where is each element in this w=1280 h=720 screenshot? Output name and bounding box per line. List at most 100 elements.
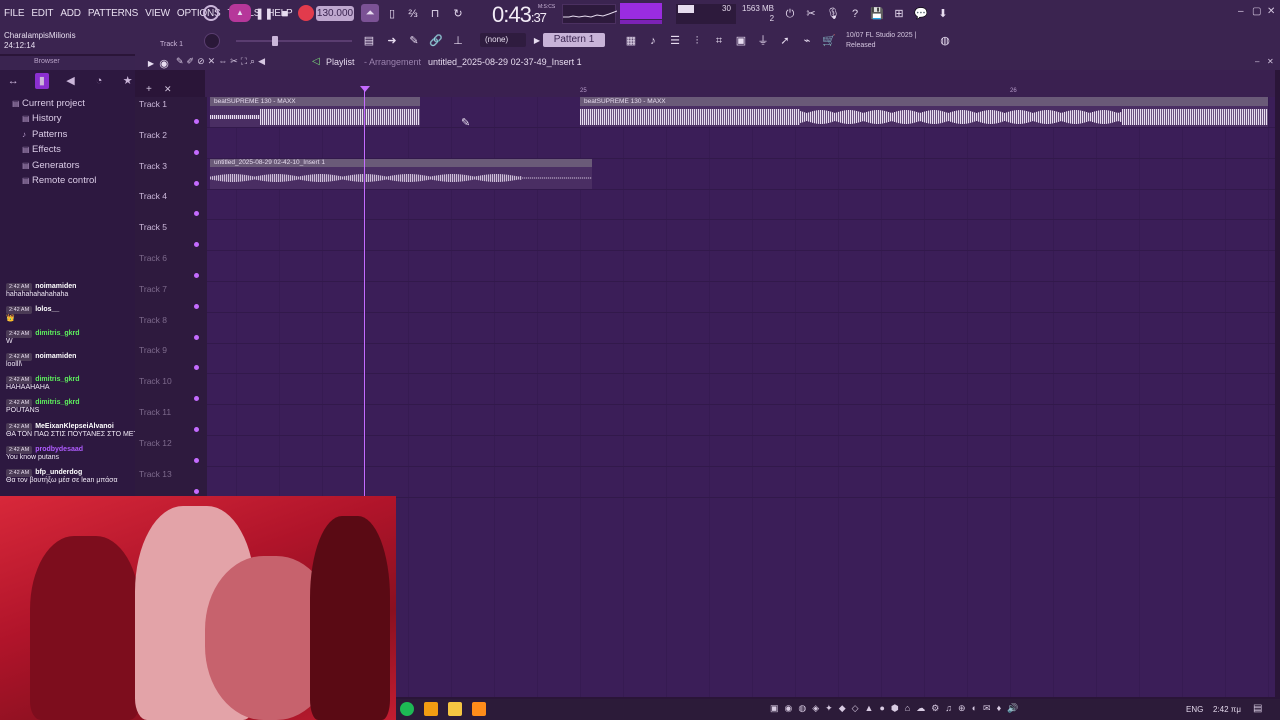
clock-tab-icon[interactable]: ◔ [92,73,107,89]
track-header[interactable]: Track 10 [139,376,172,386]
cursor-icon[interactable]: ➚ [776,32,794,50]
track-led[interactable] [194,365,199,371]
browser-item-current-project[interactable]: ▤ Current project [12,96,96,111]
playlist-close-icon[interactable]: ✕ [1267,57,1274,66]
playhead-marker[interactable] [360,86,370,92]
tray-app-icon[interactable]: ♫ [945,703,952,714]
playlist-minimize-icon[interactable]: – [1255,57,1259,66]
tray-app-icon[interactable]: ● [879,703,884,714]
language-indicator[interactable]: ENG [1186,705,1203,714]
track-led[interactable] [194,273,199,278]
loop-record-icon[interactable]: ↻ [449,5,467,23]
record-button[interactable] [298,5,314,21]
tray-app-icon[interactable]: ◈ [812,703,819,714]
tray-app-icon[interactable]: ⬢ [891,703,899,714]
close-icon[interactable]: ✕ [1267,6,1275,17]
chat-username[interactable]: bfp_underdog [35,469,82,476]
plugin-icon[interactable]: ⏚ [754,32,772,50]
vlc-icon[interactable] [424,702,438,716]
tray-app-icon[interactable]: ♦ [997,703,1002,714]
tray-app-icon[interactable]: ◇ [852,703,859,714]
paint-tool-icon[interactable]: ✐ [187,56,195,67]
slip-tool-icon[interactable]: ⇔ [218,56,227,67]
mixer-icon[interactable]: ⊞ [890,5,908,23]
chat-icon[interactable]: 💬 [912,5,930,23]
track-header[interactable]: Track 3 [139,161,167,171]
audio-clip[interactable]: beatSUPREME 130 - MAXX [210,97,420,128]
track-header[interactable]: Track 4 [139,191,167,201]
select-tool-icon[interactable]: ⛶ [241,56,247,67]
explorer-icon[interactable] [448,702,462,716]
countdown-icon[interactable]: ⅔ [404,5,422,23]
menu-add[interactable]: ADD [60,8,81,19]
tray-app-icon[interactable]: ✉ [983,703,991,714]
pat-song-toggle[interactable]: ▲ [229,4,251,22]
timeline-ruler[interactable] [205,70,1275,97]
fl-studio-taskbar-icon[interactable] [472,702,486,716]
tray-app-icon[interactable]: ◆ [839,703,846,714]
menu-edit[interactable]: EDIT [31,8,53,19]
track-header[interactable]: Track 7 [139,284,167,294]
step-edit-icon[interactable]: ⊓ [426,5,444,23]
pause-icon[interactable]: ❚❚ [255,5,273,23]
track-led[interactable] [194,457,199,463]
track-header[interactable]: Track 6 [139,253,167,263]
track-header[interactable]: Track 12 [139,438,172,448]
chat-username[interactable]: noimamiden [35,283,76,290]
news-panel[interactable]: 10/07 FL Studio 2025 | Released [846,31,916,51]
volume-icon[interactable]: 🔊 [1007,703,1018,714]
audio-clip[interactable]: untitled_2025-08-29 02-42-10_Insert 1 [210,158,592,189]
track-led[interactable] [194,488,199,494]
pattern-selector[interactable]: Pattern 1 [543,33,605,47]
chat-username[interactable]: dimitris_gkrd [35,330,79,337]
maximize-icon[interactable]: ▢ [1252,6,1261,17]
spotify-icon[interactable] [400,702,414,716]
tray-app-icon[interactable]: ◐ [972,703,977,714]
mixer-view-icon[interactable]: ⫶ [688,32,706,50]
chat-username[interactable]: lolos__ [35,306,59,313]
track-led[interactable] [194,396,199,402]
browser-item-history[interactable]: ▤ History [12,111,96,126]
track-header[interactable]: Track 13 [139,469,172,479]
track-led[interactable] [194,180,199,186]
close-tracks-icon[interactable]: ✕ [164,84,172,95]
playlist-icon[interactable]: ▦ [622,32,640,50]
track-led[interactable] [194,149,199,155]
tray-app-icon[interactable]: ◍ [798,703,806,714]
wait-input-icon[interactable]: ▯ [383,5,401,23]
notifications-icon[interactable]: ▤ [1253,703,1262,714]
main-pitch-knob-icon[interactable] [204,33,220,49]
pencil-icon[interactable]: ✎ [405,32,423,50]
master-pitch-slider[interactable] [236,40,352,42]
tray-app-icon[interactable]: ▣ [770,703,779,714]
master-volume-knob-icon[interactable] [203,5,219,21]
track-led[interactable] [194,211,199,217]
track-led[interactable] [194,119,199,124]
collapse-icon[interactable]: ↔ [6,73,21,89]
menu-file[interactable]: FILE [4,8,25,19]
tray-app-icon[interactable]: ✦ [825,703,833,714]
undo-history-icon[interactable]: ⏻ [781,5,799,23]
tray-app-icon[interactable]: ☁ [916,703,925,714]
track-led[interactable] [194,427,199,432]
browser-item-remote-control[interactable]: ▤ Remote control [12,173,96,188]
star-tab-icon[interactable]: ★ [120,73,135,89]
track-header[interactable]: Track 5 [139,222,167,232]
draw-tool-icon[interactable]: ✎ [176,56,184,67]
metronome-icon[interactable]: ⏶ [361,4,379,22]
track-header[interactable]: Track 11 [139,407,171,417]
link-icon[interactable]: 🔗 [427,32,445,50]
zoom-tool-icon[interactable]: ⌕ [250,56,255,67]
chat-username[interactable]: prodbydesaad [35,446,83,453]
chat-username[interactable]: dimitris_gkrd [35,399,79,406]
chat-username[interactable]: dimitris_gkrd [35,376,79,383]
track-header[interactable]: Track 2 [139,130,167,140]
cart-icon[interactable]: 🛒 [820,32,838,50]
channel-rack-icon[interactable]: ☰ [666,32,684,50]
track-led[interactable] [194,303,199,309]
playhead[interactable] [364,88,365,500]
microphone-icon[interactable]: 🎙 [824,5,842,23]
tray-app-icon[interactable]: ⌂ [905,703,910,714]
browser-item-generators[interactable]: ▤ Generators [12,158,96,173]
menu-patterns[interactable]: PATTERNS [88,8,138,19]
